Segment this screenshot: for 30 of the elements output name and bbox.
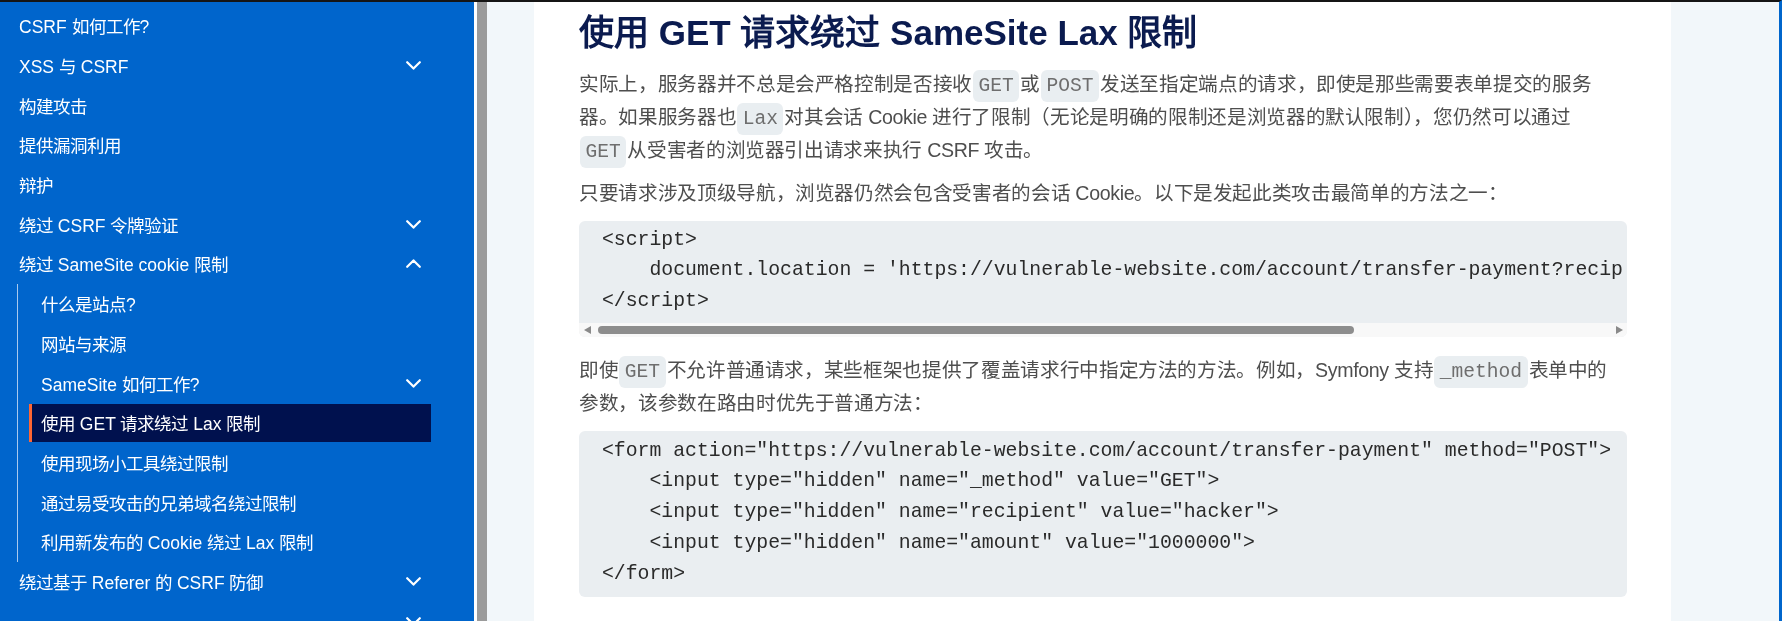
chevron-down-icon[interactable] xyxy=(405,378,421,388)
scrollbar-thumb[interactable] xyxy=(598,326,1354,335)
sidebar-item[interactable]: SameSite 如何工作? xyxy=(28,364,431,403)
paragraph: 即使 GET 不允许普通请求，某些框架也提供了覆盖请求行中指定方法的方法。例如，Symfony 支持 _method 表单中的 参数，该参数在路由时优先于普通方法： xyxy=(579,354,1637,421)
paragraph: 只要请求涉及顶级导航，浏览器仍然会包含受害者的会话 Cookie。以下是发起此类攻击最简单的方法之一： xyxy=(579,181,1509,207)
chevron-down-icon[interactable] xyxy=(405,576,421,586)
sidebar-item[interactable]: XSS 与 CSRF xyxy=(6,46,431,85)
code-text: <form action="https://vulnerable-website.com/account/transfer-payment" method="POST"> <input type="hidden" name="_method" value="GET"> <input type="hidden" name="recipient" value="hacker"> <input type="hidden" name="amount" value="1000000"> </form> xyxy=(601,438,1612,587)
sidebar-item[interactable]: 网站与来源 xyxy=(28,324,431,363)
sidebar-item[interactable]: 什么是站点? xyxy=(28,284,431,323)
sidebar-item[interactable]: 绕过 SameSite cookie 限制 xyxy=(6,244,431,283)
chevron-down-icon[interactable] xyxy=(405,219,421,229)
article-title: 使用 GET 请求绕过 SameSite Lax 限制 xyxy=(579,12,1199,54)
sidebar-item[interactable]: 绕过基于 Referer 的 CSRF 防御 xyxy=(6,562,431,601)
sidebar-item[interactable]: 利用新发布的 Cookie 绕过 Lax 限制 xyxy=(28,522,431,561)
scroll-left-icon[interactable] xyxy=(583,326,591,335)
sidebar-item[interactable]: 绕过 CSRF 令牌验证 xyxy=(6,205,431,244)
sidebar-item[interactable]: 通过易受攻击的兄弟域名绕过限制 xyxy=(28,483,431,522)
sidebar-item[interactable]: 使用 GET 请求绕过 Lax 限制 xyxy=(28,403,431,442)
chevron-down-icon[interactable] xyxy=(405,61,421,71)
paragraph: 实际上，服务器并不总是会严格控制是否接收 GET 或 POST 发送至指定端点的请求，即使是那些需要表单提交的服务 器。如果服务器也 Lax 对其会话 Cookie 进行了限制（无论是明确的限制还是浏览器的默认限制），您仍然可以通过 GET 从受害者的浏览器引出请求来执行 CSRF 攻击。 xyxy=(579,67,1637,168)
scroll-right-icon[interactable] xyxy=(1615,326,1623,335)
code-text: <script> document.location = 'https://vulnerable-website.com/account/transfer-payment?recip </script> xyxy=(601,227,1624,315)
chevron-up-icon[interactable] xyxy=(405,259,421,269)
sidebar-item[interactable]: 辩护 xyxy=(6,165,431,204)
sidebar-item[interactable]: 构建攻击 xyxy=(6,86,431,125)
sidebar-item[interactable]: 提供漏洞利用 xyxy=(6,125,431,164)
horizontal-scrollbar[interactable] xyxy=(579,323,1627,338)
sidebar-item[interactable]: CSRF 如何工作? xyxy=(6,6,431,45)
sidebar-item[interactable]: 使用现场小工具绕过限制 xyxy=(28,443,431,482)
